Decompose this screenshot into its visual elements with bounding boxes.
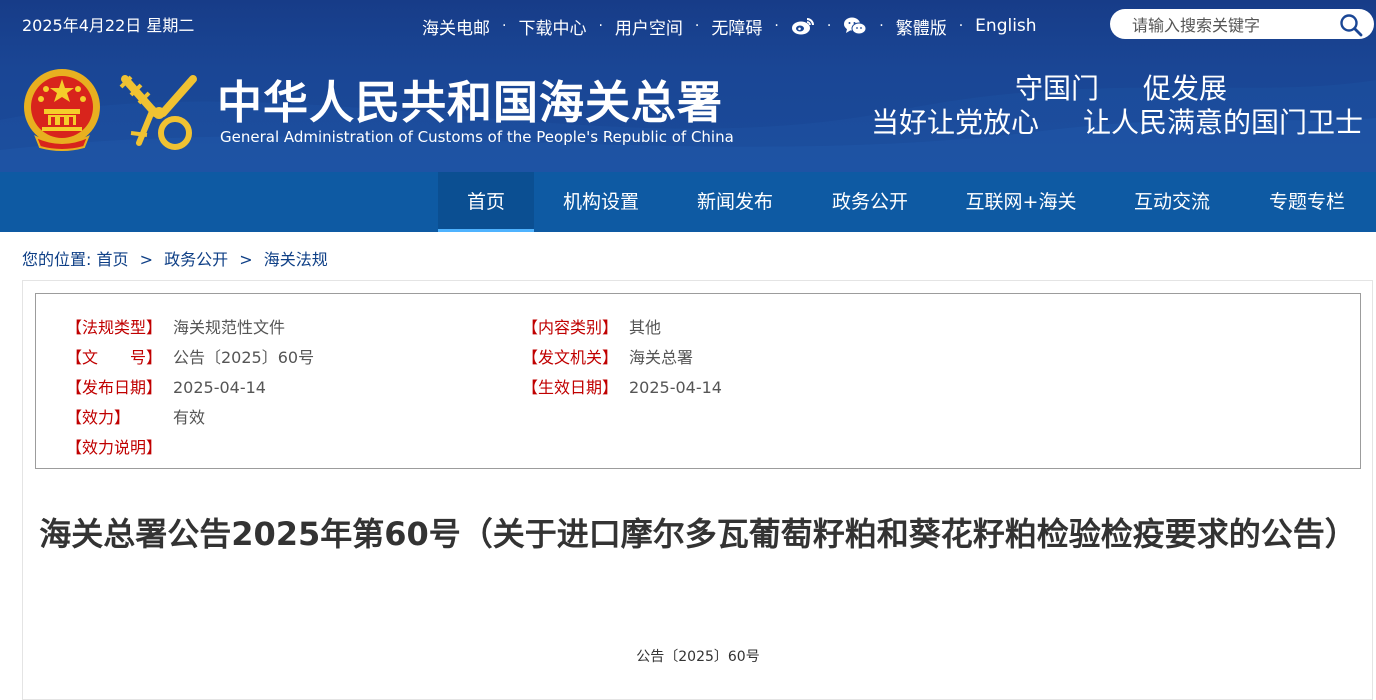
top-link-traditional-chinese[interactable]: 繁體版: [896, 14, 947, 39]
slogan-phrase: 让人民满意的国门卫士: [1083, 106, 1364, 139]
meta-value: 公告〔2025〕60号: [173, 348, 315, 367]
nav-item-news[interactable]: 新闻发布: [683, 172, 787, 232]
top-link-separator: ·: [958, 18, 964, 34]
meta-value: 有效: [173, 408, 206, 427]
search-input[interactable]: [1130, 13, 1334, 37]
nav-item-home[interactable]: 首页: [438, 172, 534, 232]
meta-label: 【发文机关】: [522, 348, 619, 367]
meta-label: 【文 号】: [66, 348, 163, 367]
meta-label: 【法规类型】: [66, 318, 163, 337]
breadcrumb-home[interactable]: 首页: [97, 250, 129, 269]
meta-row-content-type: 【内容类别】 其他: [522, 314, 661, 338]
top-link-separator: ·: [694, 18, 700, 34]
meta-value: 2025-04-14: [173, 378, 266, 397]
nav-item-internet-customs[interactable]: 互联网+海关: [953, 172, 1089, 232]
meta-row-law-type: 【法规类型】 海关规范性文件: [66, 314, 285, 338]
top-link-accessibility[interactable]: 无障碍: [711, 14, 762, 39]
national-emblem-icon: [22, 67, 102, 155]
slogan-line-2: 当好让党放心 让人民满意的国门卫士: [871, 101, 1363, 141]
nav-item-interaction[interactable]: 互动交流: [1120, 172, 1224, 232]
breadcrumb: 您的位置: 首页 > 政务公开 > 海关法规: [22, 246, 328, 270]
top-link-english[interactable]: English: [975, 16, 1036, 36]
meta-label: 【内容类别】: [522, 318, 619, 337]
search-box: [1110, 9, 1374, 39]
regulation-info-box: 【法规类型】 海关规范性文件 【内容类别】 其他 【文 号】 公告〔2025〕60号 …: [35, 293, 1361, 469]
article-title: 海关总署公告2025年第60号（关于进口摩尔多瓦葡萄籽粕和葵花籽粕检验检疫要求的…: [39, 515, 1357, 553]
top-link-separator: ·: [879, 18, 884, 34]
top-link-separator: ·: [598, 18, 603, 34]
breadcrumb-prefix: 您的位置:: [22, 250, 92, 269]
meta-row-effective-date: 【生效日期】 2025-04-14: [522, 374, 722, 398]
breadcrumb-separator: >: [239, 250, 253, 269]
current-date: 2025年4月22日 星期二: [22, 16, 195, 35]
meta-value: 海关总署: [629, 348, 694, 367]
top-link-user-space[interactable]: 用户空间: [615, 14, 683, 39]
nav-item-organization[interactable]: 机构设置: [549, 172, 653, 232]
meta-label: 【效力说明】: [66, 438, 163, 457]
meta-label: 【效力】: [66, 408, 131, 427]
top-link-email[interactable]: 海关电邮: [422, 14, 490, 39]
article-doc-number: 公告〔2025〕60号: [636, 649, 760, 665]
meta-label: 【发布日期】: [66, 378, 163, 397]
nav-item-special-topics[interactable]: 专题专栏: [1255, 172, 1359, 232]
site-title-chinese: 中华人民共和国海关总署: [217, 76, 724, 129]
main-nav: 首页 机构设置 新闻发布 政务公开 互联网+海关 互动交流 专题专栏: [0, 172, 1376, 232]
customs-badge-icon: [117, 73, 201, 157]
breadcrumb-customs-regulations[interactable]: 海关法规: [264, 250, 328, 269]
top-link-separator: ·: [826, 18, 832, 34]
slogan-phrase: 当好让党放心: [871, 106, 1040, 139]
site-header: 2025年4月22日 星期二 海关电邮 · 下载中心 · 用户空间 · 无障碍 …: [0, 0, 1376, 172]
meta-row-doc-number: 【文 号】 公告〔2025〕60号: [66, 344, 314, 368]
top-link-separator: ·: [502, 18, 507, 34]
meta-label: 【生效日期】: [522, 378, 619, 397]
breadcrumb-separator: >: [139, 250, 154, 269]
search-icon[interactable]: [1339, 13, 1363, 41]
meta-value: 海关规范性文件: [173, 318, 286, 337]
top-link-separator: ·: [774, 18, 779, 34]
top-link-downloads[interactable]: 下载中心: [518, 14, 586, 39]
meta-row-issuer: 【发文机关】 海关总署: [522, 344, 693, 368]
weibo-icon[interactable]: [791, 16, 815, 36]
meta-value: 2025-04-14: [629, 378, 722, 397]
site-title-english: General Administration of Customs of the…: [220, 128, 734, 146]
top-links-bar: 海关电邮 · 下载中心 · 用户空间 · 无障碍 · · · 繁體版 · Eng…: [422, 14, 1037, 39]
meta-row-publish-date: 【发布日期】 2025-04-14: [66, 374, 266, 398]
nav-item-government-affairs[interactable]: 政务公开: [818, 172, 922, 232]
breadcrumb-government-affairs[interactable]: 政务公开: [164, 250, 228, 269]
meta-value: 其他: [629, 318, 662, 337]
meta-row-validity-note: 【效力说明】: [66, 434, 173, 458]
wechat-icon[interactable]: [843, 16, 867, 36]
meta-row-validity: 【效力】 有效: [66, 404, 205, 428]
